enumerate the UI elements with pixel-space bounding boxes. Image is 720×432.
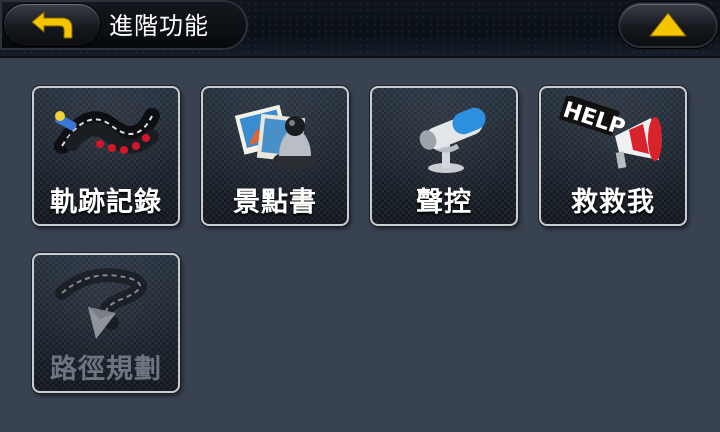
tile-label: 救救我 [571,187,655,218]
track-record-icon [54,108,160,154]
tile-label: 軌跡記錄 [50,187,162,218]
tile-label: 路徑規劃 [50,354,162,385]
back-button[interactable] [4,4,100,46]
microphone-icon [419,107,486,173]
page-title: 進階功能 [109,12,209,40]
route-planning-icon [55,268,147,339]
up-triangle-icon [648,12,688,37]
tile-route-planning[interactable]: 路徑規劃 [32,253,180,393]
tile-poi-book[interactable]: 景點書 [201,86,349,226]
tile-label: 景點書 [233,187,317,218]
tile-help[interactable]: HELP 救救我 [539,86,687,226]
tile-track-record[interactable]: 軌跡記錄 [32,86,180,226]
tile-voice-control[interactable]: 聲控 [370,86,518,226]
poi-book-icon [234,104,317,169]
back-arrow-icon [31,10,73,39]
tile-label: 聲控 [416,187,472,218]
title-bar: 進階功能 [0,0,720,58]
up-button[interactable] [620,4,716,46]
help-megaphone-icon: HELP [559,96,662,169]
